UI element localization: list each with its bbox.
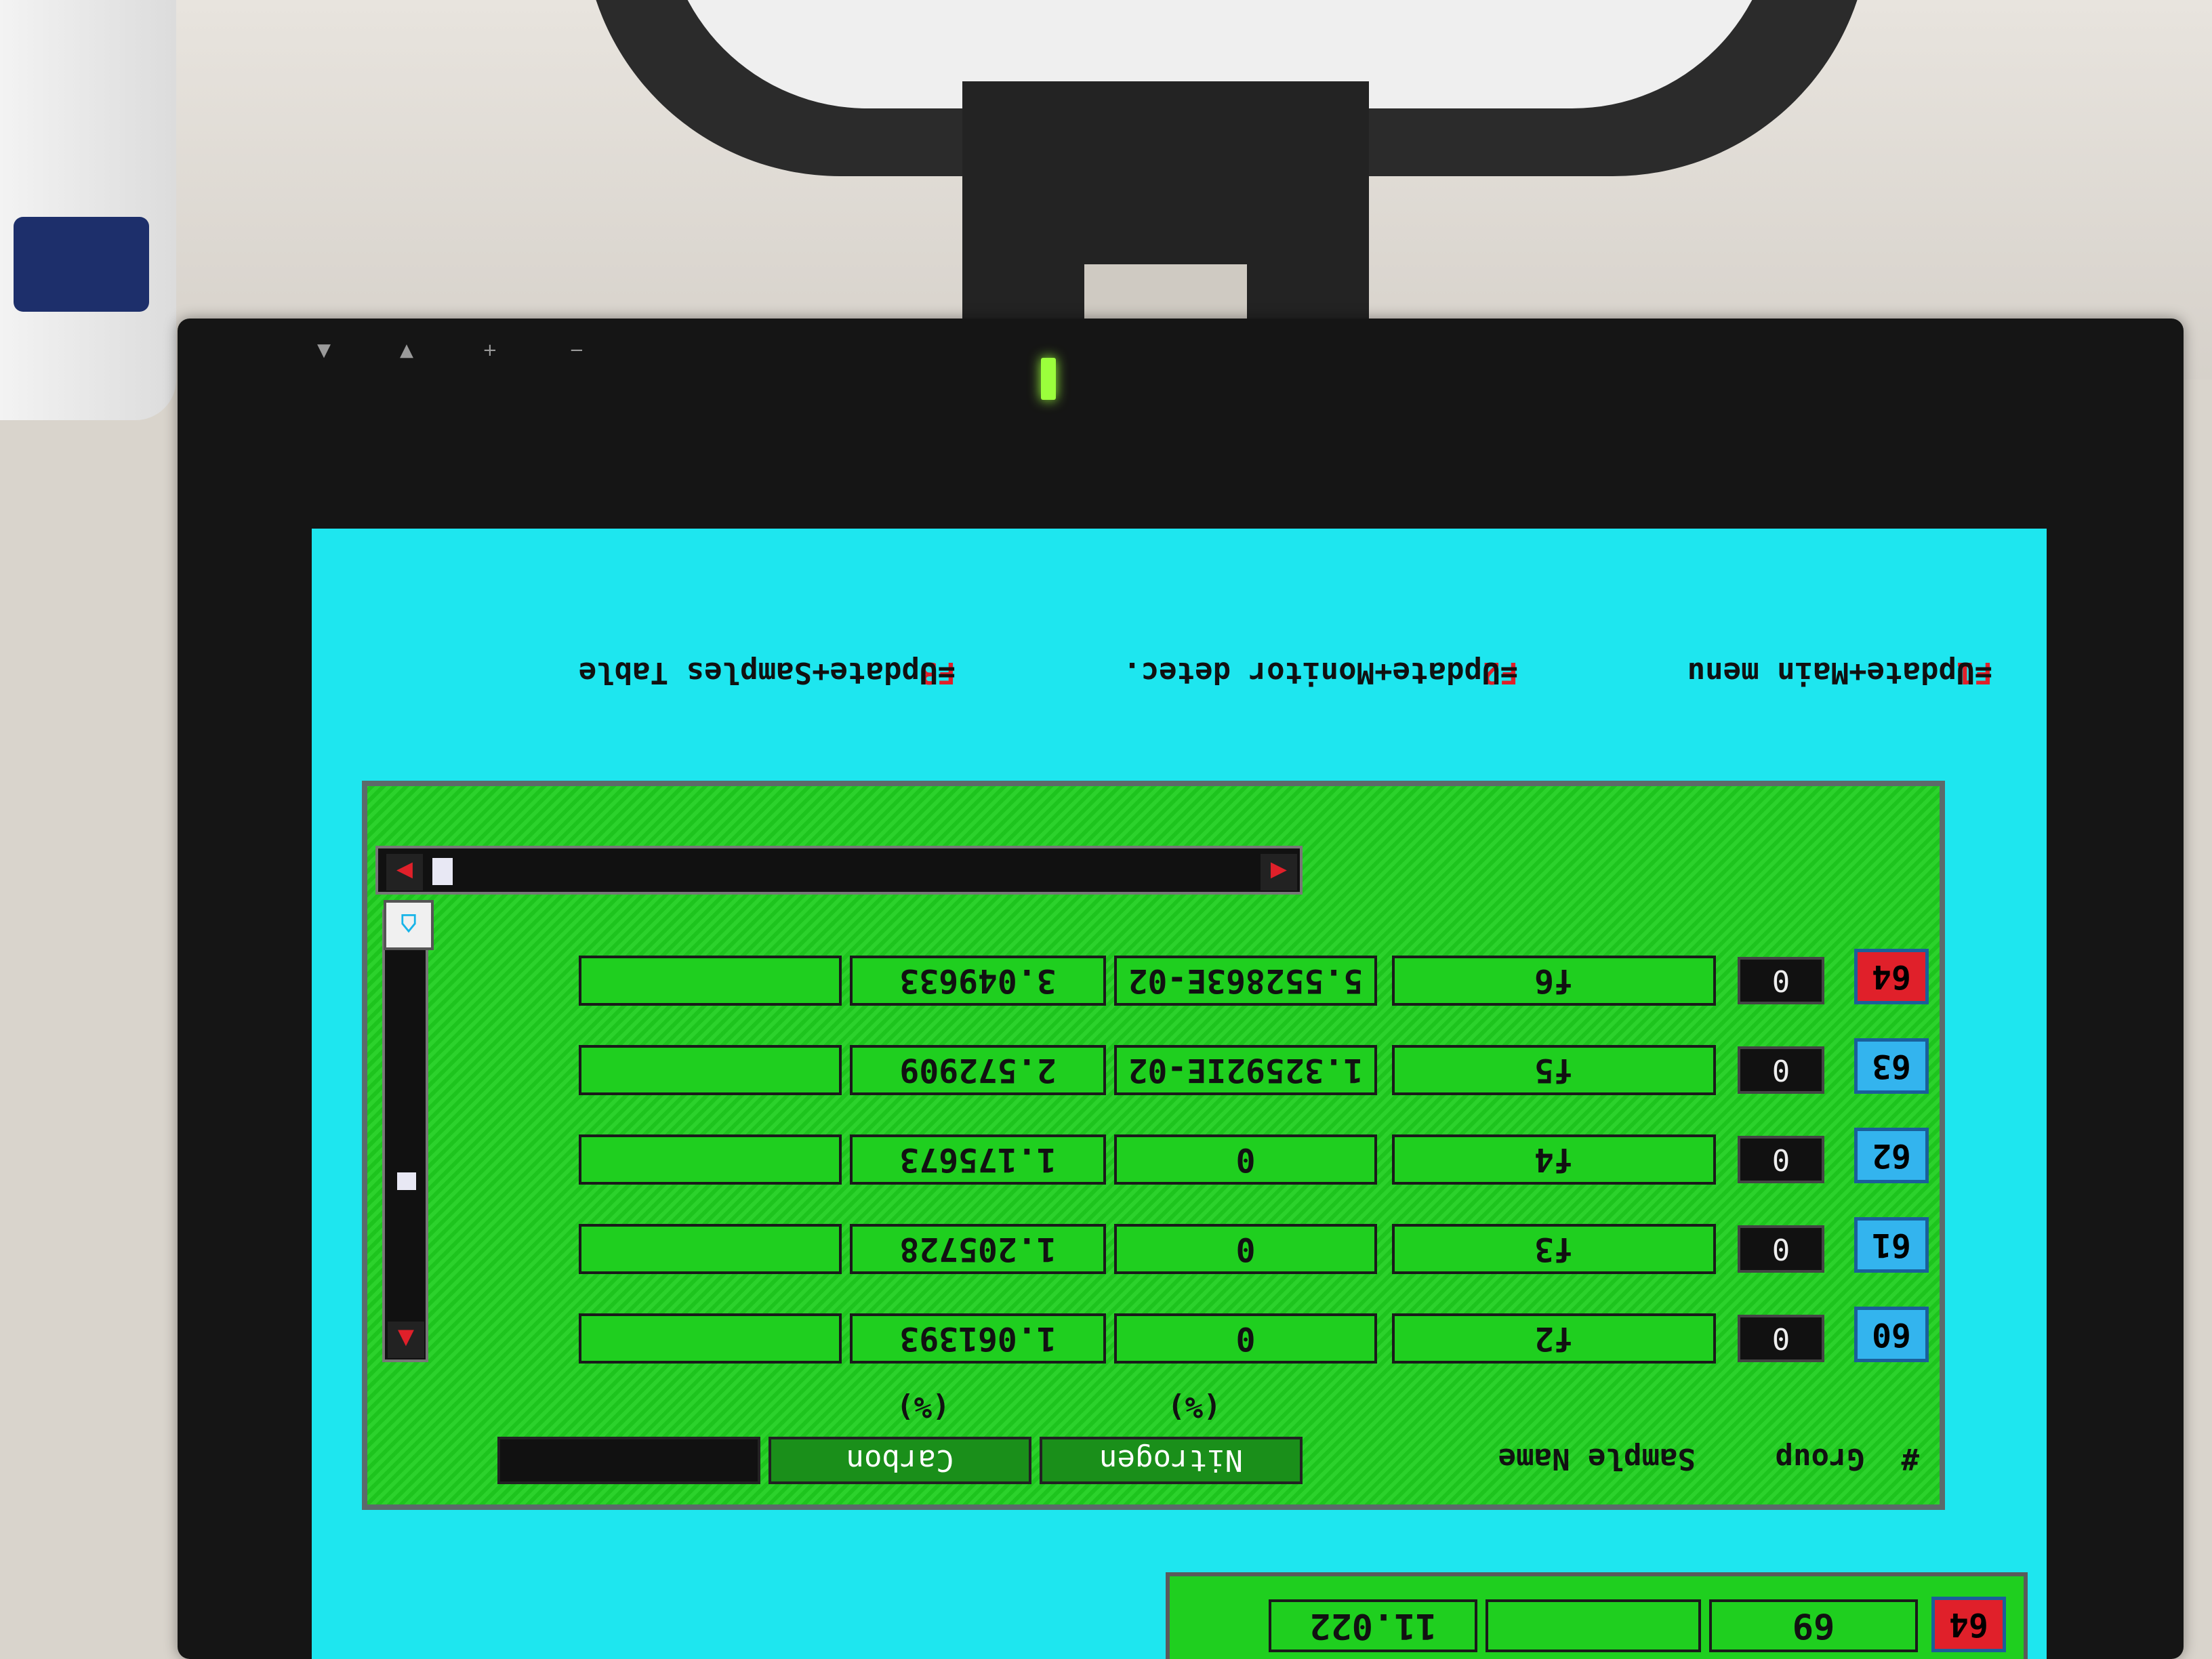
f3-text: =Update+Samples Table: [578, 655, 956, 690]
horizontal-scrollbar[interactable]: ◀ ▶: [375, 846, 1303, 895]
col-header-carbon[interactable]: Carbon: [769, 1437, 1031, 1484]
row-group[interactable]: 0: [1738, 1046, 1824, 1094]
f2-text: =Update+Monitor detec.: [1123, 655, 1518, 690]
vertical-scrollbar[interactable]: ▲: [382, 909, 428, 1362]
table-row-selected[interactable]: 64 0 f6 5.552863E-02 3.049633: [367, 949, 1940, 1011]
row-sample-name[interactable]: f4: [1392, 1134, 1716, 1185]
table-row[interactable]: 63 0 f5 1.32592IE-02 2.572909: [367, 1038, 1940, 1101]
summary-value-c[interactable]: 11.022: [1269, 1599, 1477, 1652]
function-key-bar: F1 =Update+Main menu F2 =Update+Monitor de…: [366, 636, 1992, 690]
home-icon[interactable]: ⌂: [384, 900, 434, 950]
row-extra[interactable]: [579, 956, 842, 1006]
row-number[interactable]: 60: [1854, 1307, 1929, 1362]
row-nitrogen[interactable]: 5.552863E-02: [1114, 956, 1377, 1006]
table-row[interactable]: 60 0 f2 0 1.061393: [367, 1307, 1940, 1369]
summary-value-b[interactable]: [1486, 1599, 1701, 1652]
table-row[interactable]: 62 0 f4 0 1.175673: [367, 1128, 1940, 1190]
arrow-right-icon[interactable]: ▶: [386, 854, 423, 890]
row-extra[interactable]: [579, 1224, 842, 1274]
col-header-carbon-unit: (%): [896, 1390, 950, 1425]
row-group[interactable]: 0: [1738, 1136, 1824, 1183]
samples-table-panel: # Group Sample Name Nitrogen (%) Carbon …: [362, 781, 1945, 1510]
row-group[interactable]: 0: [1738, 957, 1824, 1004]
bezel-up-icon[interactable]: ▲: [400, 340, 413, 361]
f1-text: =Update+Main menu: [1687, 655, 1992, 690]
row-number[interactable]: 62: [1854, 1128, 1929, 1183]
bezel-down-icon[interactable]: ▼: [317, 340, 331, 361]
row-sample-name[interactable]: f3: [1392, 1224, 1716, 1274]
row-group[interactable]: 0: [1738, 1225, 1824, 1273]
row-carbon[interactable]: 1.175673: [850, 1134, 1106, 1185]
col-header-sample-name: Sample Name: [1498, 1441, 1696, 1476]
col-header-group: Group: [1775, 1441, 1865, 1476]
row-nitrogen[interactable]: 1.32592IE-02: [1114, 1045, 1377, 1095]
row-nitrogen[interactable]: 0: [1114, 1224, 1377, 1274]
row-nitrogen[interactable]: 0: [1114, 1134, 1377, 1185]
table-row[interactable]: 61 0 f3 0 1.205728: [367, 1217, 1940, 1279]
power-led: [1041, 358, 1056, 400]
bezel-plus-icon[interactable]: +: [483, 340, 497, 361]
wash-bottle: [0, 0, 176, 420]
row-carbon[interactable]: 1.205728: [850, 1224, 1106, 1274]
row-number[interactable]: 61: [1854, 1217, 1929, 1273]
summary-panel: 64 69 11.022: [1166, 1572, 2028, 1659]
bezel-minus-icon[interactable]: −: [569, 340, 584, 361]
row-number[interactable]: 63: [1854, 1038, 1929, 1094]
row-extra[interactable]: [579, 1313, 842, 1364]
arrow-down-icon[interactable]: ▲: [388, 1322, 424, 1358]
row-carbon[interactable]: 3.049633: [850, 956, 1106, 1006]
arrow-left-icon[interactable]: ◀: [1261, 854, 1297, 890]
summary-index[interactable]: 64: [1931, 1597, 2006, 1652]
horizontal-scroll-thumb[interactable]: [432, 858, 453, 885]
col-header-extra[interactable]: [497, 1437, 760, 1484]
screen: 64 69 11.022 # Group Sample Name Nitroge…: [312, 529, 2047, 1659]
row-extra[interactable]: [579, 1045, 842, 1095]
row-sample-name[interactable]: f5: [1392, 1045, 1716, 1095]
summary-value-a[interactable]: 69: [1709, 1599, 1918, 1652]
row-sample-name[interactable]: f2: [1392, 1313, 1716, 1364]
bottle-cap: [14, 217, 149, 312]
row-number[interactable]: 64: [1854, 949, 1929, 1004]
row-sample-name[interactable]: f6: [1392, 956, 1716, 1006]
col-header-num: #: [1901, 1441, 1920, 1476]
row-group[interactable]: 0: [1738, 1315, 1824, 1362]
row-extra[interactable]: [579, 1134, 842, 1185]
col-header-nitrogen[interactable]: Nitrogen: [1040, 1437, 1303, 1484]
vertical-scroll-thumb[interactable]: [397, 1172, 416, 1190]
row-carbon[interactable]: 1.061393: [850, 1313, 1106, 1364]
row-carbon[interactable]: 2.572909: [850, 1045, 1106, 1095]
row-nitrogen[interactable]: 0: [1114, 1313, 1377, 1364]
col-header-nitrogen-unit: (%): [1167, 1390, 1221, 1425]
